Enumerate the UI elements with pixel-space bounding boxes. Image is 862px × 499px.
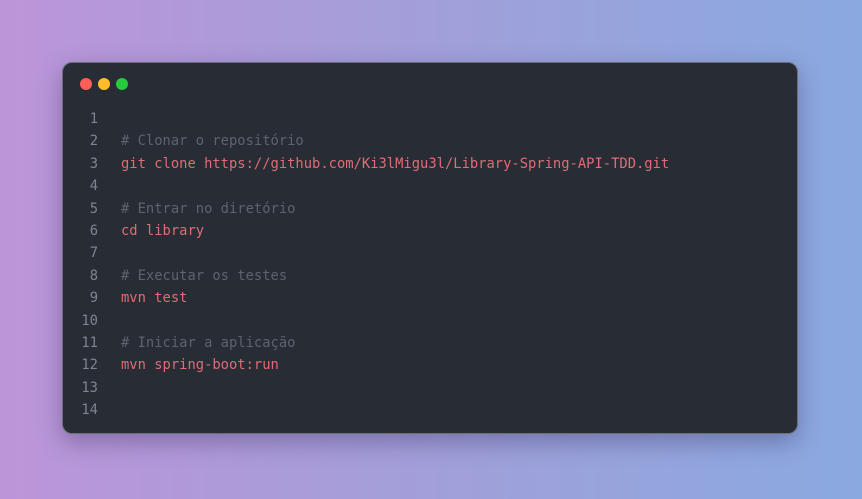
line-number: 10 [81, 312, 98, 329]
code-line: 3 git clone https://github.com/Ki3lMigu3l… [63, 153, 797, 175]
code-line: 9 mvn test [63, 287, 797, 309]
line-number: 14 [81, 402, 98, 419]
line-number: 12 [81, 357, 98, 374]
code-line: 14 [63, 399, 797, 421]
code-line: 7 [63, 242, 797, 264]
code-window: 1 2 # Clonar o repositório 3 git clone https… [62, 62, 798, 434]
line-number: 6 [89, 222, 98, 239]
code-comment: # Clonar o repositório [121, 133, 304, 150]
close-dot-icon[interactable] [80, 78, 92, 90]
code-command: mvn test [121, 290, 188, 307]
code-command: git clone https://github.com/Ki3lMigu3l/… [121, 155, 670, 172]
line-number: 3 [89, 155, 98, 172]
code-comment: # Iniciar a aplicação [121, 334, 296, 351]
window-titlebar [63, 63, 797, 107]
minimize-dot-icon[interactable] [98, 78, 110, 90]
line-number: 11 [81, 334, 98, 351]
line-number: 2 [89, 133, 98, 150]
code-line: 5 # Entrar no diretório [63, 198, 797, 220]
code-comment: # Executar os testes [121, 267, 288, 284]
code-command: mvn spring-boot:run [121, 357, 279, 374]
code-comment: # Entrar no diretório [121, 200, 296, 217]
maximize-dot-icon[interactable] [116, 78, 128, 90]
line-number: 5 [89, 200, 98, 217]
code-line: 6 cd library [63, 220, 797, 242]
code-line: 1 [63, 108, 797, 130]
line-number: 4 [89, 178, 98, 195]
line-number: 1 [89, 111, 98, 127]
line-number: 8 [89, 267, 98, 284]
code-block: 1 2 # Clonar o repositório 3 git clone https… [63, 108, 797, 421]
code-line: 12 mvn spring-boot:run [63, 354, 797, 376]
code-line: 2 # Clonar o repositório [63, 130, 797, 152]
line-number: 9 [89, 290, 98, 307]
code-line: 4 [63, 175, 797, 197]
code-line: 13 [63, 377, 797, 399]
code-line: 11 # Iniciar a aplicação [63, 332, 797, 354]
code-line: 8 # Executar os testes [63, 265, 797, 287]
code-line: 10 [63, 310, 797, 332]
line-number: 7 [89, 245, 98, 262]
code-command: cd library [121, 222, 205, 239]
line-number: 13 [81, 379, 98, 396]
